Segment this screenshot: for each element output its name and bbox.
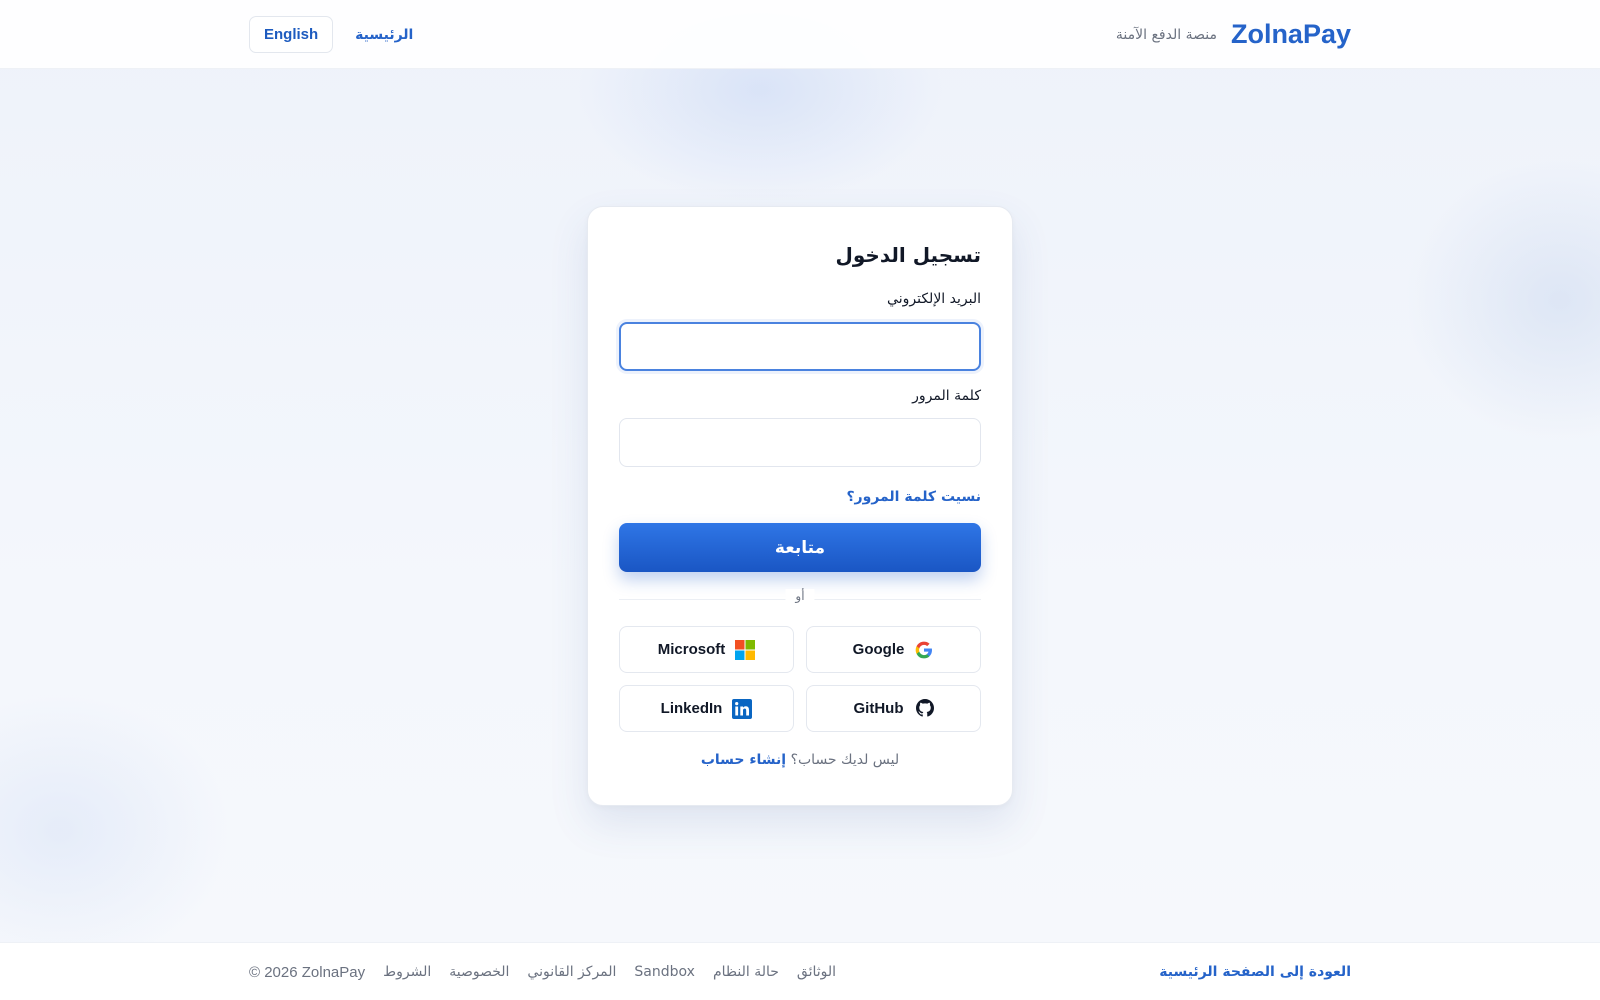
google-icon — [914, 640, 934, 660]
footer-link-terms[interactable]: الشروط — [383, 964, 431, 980]
create-account-link[interactable]: إنشاء حساب — [701, 752, 786, 768]
microsoft-login-button[interactable]: Microsoft — [619, 626, 794, 673]
brand-logo[interactable]: ZolnaPay — [1231, 19, 1351, 50]
footer-link-privacy[interactable]: الخصوصية — [449, 964, 509, 980]
forgot-password-link[interactable]: نسيت كلمة المرور؟ — [846, 489, 981, 505]
divider-or-text: أو — [785, 589, 815, 603]
microsoft-icon — [735, 639, 756, 660]
login-title: تسجيل الدخول — [835, 243, 981, 267]
github-login-button[interactable]: GitHub — [806, 685, 981, 732]
password-label: كلمة المرور — [912, 388, 981, 404]
footer-links: الوثائق حالة النظام Sandbox المركز القان… — [249, 964, 836, 981]
footer-link-sandbox[interactable]: Sandbox — [634, 964, 695, 980]
page-footer: العودة إلى الصفحة الرئيسية الوثائق حالة … — [0, 942, 1600, 1000]
signup-row: ليس لديك حساب؟ إنشاء حساب — [619, 752, 981, 768]
google-login-label: Google — [852, 641, 905, 658]
no-account-text: ليس لديك حساب؟ — [790, 752, 900, 768]
brand-tagline: منصة الدفع الآمنة — [1115, 26, 1217, 43]
brand: ZolnaPay منصة الدفع الآمنة — [1116, 19, 1351, 50]
nav-home-link[interactable]: الرئيسية — [355, 27, 413, 43]
linkedin-login-button[interactable]: LinkedIn — [619, 685, 794, 732]
email-label: البريد الإلكتروني — [887, 291, 981, 307]
email-field[interactable] — [619, 322, 981, 371]
top-header: ZolnaPay منصة الدفع الآمنة الرئيسية Engl… — [0, 0, 1600, 69]
copyright-text: © 2026 ZolnaPay — [249, 963, 366, 981]
microsoft-login-label: Microsoft — [657, 641, 726, 658]
social-login-grid: Google Microsoft GitHub LinkedIn — [619, 626, 981, 732]
password-field[interactable] — [619, 418, 981, 467]
google-login-button[interactable]: Google — [806, 626, 981, 673]
header-nav: الرئيسية English — [249, 16, 413, 53]
continue-button[interactable]: متابعة — [619, 523, 981, 572]
github-icon — [914, 698, 934, 719]
footer-link-docs[interactable]: الوثائق — [797, 964, 836, 980]
linkedin-icon — [732, 698, 753, 719]
linkedin-login-label: LinkedIn — [660, 700, 723, 717]
footer-link-status[interactable]: حالة النظام — [713, 964, 779, 980]
github-login-label: GitHub — [853, 700, 904, 717]
back-home-link[interactable]: العودة إلى الصفحة الرئيسية — [1159, 964, 1351, 980]
footer-link-legal[interactable]: المركز القانوني — [527, 964, 616, 980]
login-card: تسجيل الدخول البريد الإلكتروني كلمة المر… — [587, 206, 1013, 806]
language-toggle-button[interactable]: English — [249, 16, 334, 53]
